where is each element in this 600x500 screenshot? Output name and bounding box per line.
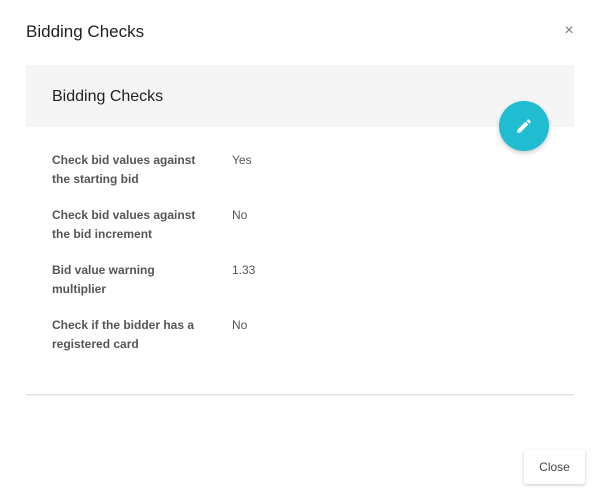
setting-row: Check bid values against the starting bi…	[52, 151, 552, 206]
card-header: Bidding Checks	[26, 65, 574, 127]
card-title: Bidding Checks	[52, 88, 164, 105]
setting-value: No	[232, 208, 248, 222]
setting-value: No	[232, 318, 248, 332]
setting-label: Check bid values against the starting bi…	[52, 153, 196, 186]
settings-list: Check bid values against the starting bi…	[52, 151, 552, 371]
close-icon[interactable]: ×	[560, 20, 578, 42]
setting-value: 1.33	[232, 263, 256, 277]
setting-row: Bid value warning multiplier 1.33	[52, 261, 552, 316]
pencil-icon	[517, 119, 531, 133]
bidding-checks-dialog: Bidding Checks × Bidding Checks Check bi…	[0, 0, 600, 500]
setting-row: Check if the bidder has a registered car…	[52, 316, 552, 371]
setting-label: Bid value warning multiplier	[52, 263, 155, 296]
setting-label: Check bid values against the bid increme…	[52, 208, 196, 241]
bidding-checks-card: Bidding Checks Check bid values against …	[26, 65, 574, 395]
close-button[interactable]: Close	[524, 450, 585, 484]
setting-row: Check bid values against the bid increme…	[52, 206, 552, 261]
setting-value: Yes	[232, 153, 252, 167]
edit-button[interactable]	[499, 101, 549, 151]
setting-label: Check if the bidder has a registered car…	[52, 318, 195, 351]
dialog-title: Bidding Checks	[26, 22, 145, 41]
